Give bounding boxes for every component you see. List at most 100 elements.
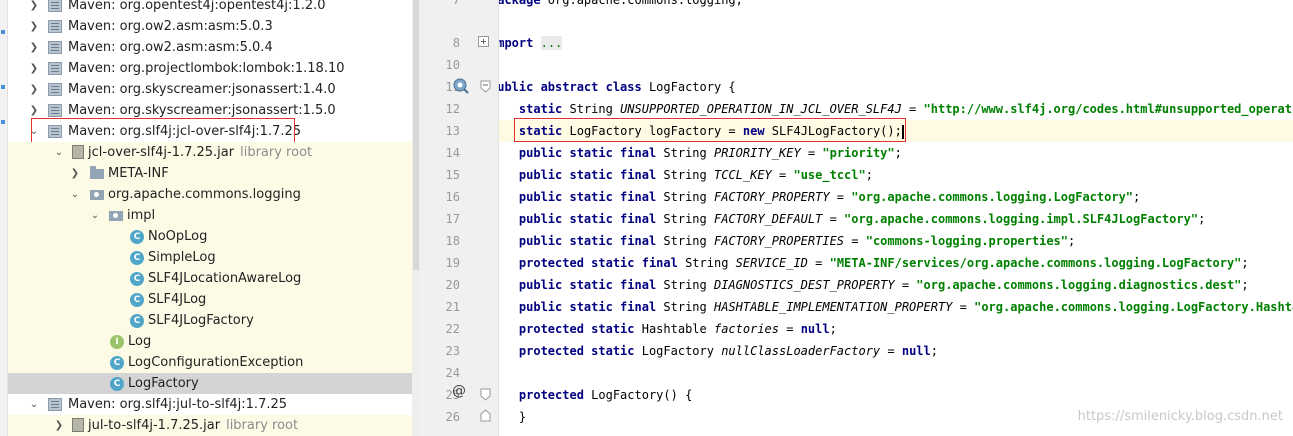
maven-library-icon <box>48 20 62 33</box>
code-line[interactable]: public static final String PRIORITY_KEY … <box>499 142 1293 164</box>
tree-row[interactable]: ⌄ Maven: org.slf4j:jul-to-slf4j:1.7.25 <box>8 394 420 415</box>
tree-row[interactable]: C SLF4JLog <box>8 289 420 310</box>
line-number: 15 <box>445 168 460 182</box>
maven-library-icon <box>48 62 62 75</box>
tree-row[interactable]: ❯ Maven: org.skyscreamer:jsonassert:1.4.… <box>8 79 420 100</box>
code-line[interactable]: package org.apache.commons.logging; <box>499 0 1293 11</box>
tool-window-strip[interactable] <box>0 0 8 436</box>
line-number: 16 <box>445 190 460 204</box>
tree-row[interactable]: ❯ Maven: org.ow2.asm:asm:5.0.4 <box>8 37 420 58</box>
chevron-down-icon[interactable]: ⌄ <box>69 184 81 205</box>
tree-row[interactable]: ❯ Maven: org.projectlombok:lombok:1.18.1… <box>8 58 420 79</box>
library-root-hint: library root <box>240 145 313 160</box>
tree-row-label: Maven: org.ow2.asm:asm:5.0.3 <box>68 19 273 34</box>
jar-icon <box>72 145 84 159</box>
scrollbar-thumb[interactable] <box>413 0 419 270</box>
code-line[interactable]: public static final String FACTORY_DEFAU… <box>499 208 1293 230</box>
code-line[interactable]: public static final String TCCL_KEY = "u… <box>499 164 1293 186</box>
code-line[interactable]: public static final String HASHTABLE_IMP… <box>499 296 1293 318</box>
override-marker-icon[interactable]: @ <box>452 383 466 399</box>
tree-row-label: SLF4JLocationAwareLog <box>148 271 302 286</box>
chevron-right-icon[interactable]: ❯ <box>28 16 40 37</box>
tree-row[interactable]: ⌄ impl <box>8 205 420 226</box>
chevron-right-icon[interactable]: ❯ <box>28 37 40 58</box>
watermark: https://smilenicky.blog.csdn.net <box>1077 409 1283 424</box>
line-number: 26 <box>445 410 460 424</box>
highlight-box <box>514 118 906 142</box>
code-line[interactable]: public abstract class LogFactory { <box>499 76 1293 98</box>
code-line[interactable]: protected static final String SERVICE_ID… <box>499 252 1293 274</box>
tree-row[interactable]: ❯ jul-to-slf4j-1.7.25.jar library root <box>8 415 420 436</box>
tree-scrollbar[interactable] <box>412 0 420 436</box>
class-icon: C <box>130 293 144 307</box>
chevron-right-icon[interactable]: ❯ <box>28 79 40 100</box>
fold-collapse-icon[interactable] <box>480 388 492 402</box>
code-editor[interactable]: package org.apache.commons.logging; impo… <box>499 0 1293 436</box>
tree-row[interactable]: ⌄ org.apache.commons.logging <box>8 184 420 205</box>
fold-expand-icon[interactable] <box>478 36 490 48</box>
chevron-right-icon[interactable]: ❯ <box>28 0 40 16</box>
class-icon: C <box>130 272 144 286</box>
maven-library-icon <box>48 83 62 96</box>
tree-row-label: Maven: org.projectlombok:lombok:1.18.10 <box>68 61 345 76</box>
tree-row-label: Maven: org.ow2.asm:asm:5.0.4 <box>68 40 273 55</box>
tree-row-label: jul-to-slf4j-1.7.25.jar library root <box>88 415 298 436</box>
tool-window-marker <box>1 85 5 89</box>
folder-icon <box>90 166 104 179</box>
tree-row-selected[interactable]: C LogFactory <box>8 373 420 394</box>
code-line[interactable]: protected static LogFactory nullClassLoa… <box>499 340 1293 362</box>
tree-row[interactable]: ❯ META-INF <box>8 163 420 184</box>
tree-row[interactable]: C SLF4JLocationAwareLog <box>8 268 420 289</box>
code-line[interactable]: static String UNSUPPORTED_OPERATION_IN_J… <box>499 98 1293 120</box>
editor-gutter[interactable]: 7 8 10 11 12 13 14 15 16 17 18 19 20 21 … <box>420 0 512 436</box>
line-number: 14 <box>445 146 460 160</box>
line-number: 24 <box>445 366 460 380</box>
class-icon: C <box>110 356 124 370</box>
tree-row-label: SimpleLog <box>148 250 216 265</box>
code-line[interactable]: protected static Hashtable factories = n… <box>499 318 1293 340</box>
code-line[interactable]: public static final String DIAGNOSTICS_D… <box>499 274 1293 296</box>
fold-collapse-icon[interactable] <box>480 80 492 94</box>
highlight-box <box>31 118 295 145</box>
tree-row[interactable]: C SLF4JLogFactory <box>8 310 420 331</box>
chevron-right-icon[interactable]: ❯ <box>28 58 40 79</box>
maven-library-icon <box>48 0 62 12</box>
library-root-hint: library root <box>226 418 299 433</box>
tree-row[interactable]: I Log <box>8 331 420 352</box>
tree-row[interactable]: C SimpleLog <box>8 247 420 268</box>
implements-marker-icon[interactable] <box>452 77 470 95</box>
code-line[interactable]: import ... <box>499 32 1293 54</box>
tree-row[interactable]: C LogConfigurationException <box>8 352 420 373</box>
line-number: 20 <box>445 278 460 292</box>
tree-row[interactable]: ❯ Maven: org.opentest4j:opentest4j:1.2.0 <box>8 0 420 16</box>
class-icon: C <box>130 230 144 244</box>
line-number: 22 <box>445 322 460 336</box>
package-icon <box>90 190 104 200</box>
code-line[interactable]: protected LogFactory() { <box>499 384 1293 406</box>
chevron-right-icon[interactable]: ❯ <box>53 415 65 436</box>
chevron-down-icon[interactable]: ⌄ <box>28 394 40 415</box>
jar-name: jul-to-slf4j-1.7.25.jar <box>88 418 221 433</box>
maven-library-icon <box>48 398 62 411</box>
tool-window-marker <box>1 120 5 124</box>
package-icon <box>109 211 123 221</box>
tool-window-marker <box>1 30 5 34</box>
tree-row[interactable]: ⌄ jcl-over-slf4j-1.7.25.jar library root <box>8 142 420 163</box>
chevron-down-icon[interactable]: ⌄ <box>53 142 65 163</box>
code-line[interactable]: public static final String FACTORY_PROPE… <box>499 186 1293 208</box>
tree-row[interactable]: C NoOpLog <box>8 226 420 247</box>
project-tree[interactable]: ❯ Maven: org.opentest4j:opentest4j:1.2.0… <box>8 0 420 436</box>
line-number: 17 <box>445 212 460 226</box>
tree-row-label: SLF4JLog <box>148 292 207 307</box>
tree-row-label: LogFactory <box>128 376 199 391</box>
line-number: 23 <box>445 344 460 358</box>
chevron-down-icon[interactable]: ⌄ <box>89 205 101 226</box>
class-icon: C <box>130 314 144 328</box>
line-number: 18 <box>445 234 460 248</box>
fold-end-icon[interactable] <box>480 408 492 422</box>
line-number: 8 <box>452 36 460 50</box>
line-number: 13 <box>445 124 460 138</box>
chevron-right-icon[interactable]: ❯ <box>69 163 81 184</box>
code-line[interactable]: public static final String FACTORY_PROPE… <box>499 230 1293 252</box>
tree-row[interactable]: ❯ Maven: org.ow2.asm:asm:5.0.3 <box>8 16 420 37</box>
